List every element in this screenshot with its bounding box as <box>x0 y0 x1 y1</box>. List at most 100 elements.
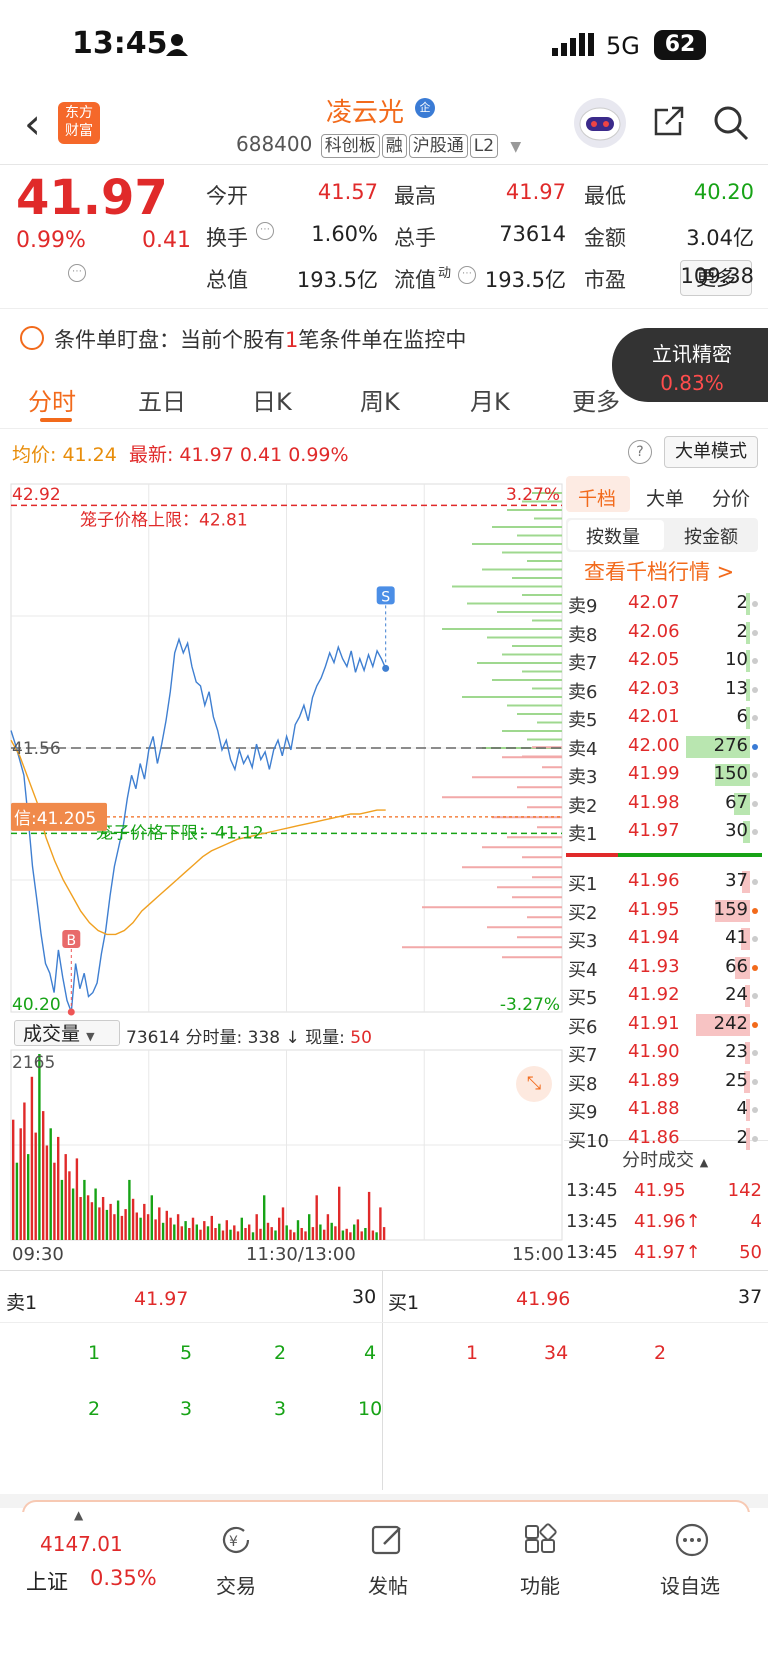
condition-order-notice[interactable]: 条件单盯盘：当前个股有1笔条件单在监控中 <box>54 324 466 354</box>
search-icon[interactable] <box>712 104 750 142</box>
pe-dynamic-label: 动 <box>438 266 452 281</box>
big-order-mode-button[interactable]: 大单模式 <box>664 436 758 468</box>
ask-price: 41.99 <box>628 763 680 784</box>
sell-marker-dot <box>382 664 390 672</box>
volume-indicator-select[interactable]: 成交量 ▼ <box>14 1020 120 1046</box>
quote-value-6: 193.5亿 <box>296 268 378 292</box>
volume-bar <box>169 1217 172 1240</box>
quote-value-8: 109.38 <box>680 264 754 288</box>
volume-bar <box>341 1230 345 1240</box>
seg-by-amount[interactable]: 按金额 <box>684 523 738 549</box>
seg-by-quantity[interactable]: 按数量 <box>586 523 640 549</box>
bid-label-10: 买10 <box>568 1130 609 1152</box>
depth-bar <box>472 543 562 545</box>
ask-label-6: 卖6 <box>568 681 598 703</box>
expand-icon[interactable]: ⤡ <box>516 1066 552 1102</box>
tab-daily-k[interactable]: 日K <box>252 382 292 417</box>
add-watchlist-icon[interactable] <box>674 1522 710 1558</box>
nav-add-watchlist[interactable]: 设自选 <box>660 1570 720 1599</box>
nav-function[interactable]: 功能 <box>520 1570 560 1599</box>
info-icon[interactable]: ⋯ <box>458 266 476 284</box>
signal-icon <box>552 33 594 56</box>
ask-dot <box>752 686 758 693</box>
trade-time: 13:45 <box>566 1180 618 1201</box>
tab-monthly-k[interactable]: 月K <box>470 382 510 417</box>
volume-bar <box>105 1209 109 1240</box>
tab-weekly-k[interactable]: 周K <box>360 382 400 417</box>
volume-bar <box>225 1220 228 1240</box>
ask-price: 41.98 <box>628 791 680 813</box>
depth-bar <box>537 826 562 829</box>
bid-qty: 2 <box>736 1126 748 1148</box>
app-logo: 东方 财富 <box>58 102 100 144</box>
back-icon[interactable]: ‹ <box>24 103 41 145</box>
chevron-down-icon[interactable]: ▼ <box>510 139 521 155</box>
depth-bar <box>462 696 562 698</box>
bid-label-6: 买6 <box>568 1016 598 1038</box>
tab-five-day[interactable]: 五日 <box>138 382 186 417</box>
info-icon[interactable]: ⋯ <box>68 264 86 282</box>
depth-bar <box>502 551 562 554</box>
depth-bar <box>502 653 562 656</box>
stock-code-row[interactable]: 688400 科创板融沪股通 L2 ▼ <box>236 132 521 158</box>
volume-bar <box>165 1210 168 1240</box>
sell-queue-item: 4 <box>364 1342 377 1364</box>
depth-bar <box>482 568 562 571</box>
ask-dot <box>752 629 758 636</box>
volume-bar <box>83 1179 86 1240</box>
volume-bar <box>94 1188 97 1240</box>
quote-value-3: 1.60% <box>311 222 378 246</box>
depth-bar <box>502 756 562 759</box>
divider <box>382 1270 383 1490</box>
view-depth-link[interactable]: 查看千档行情 > <box>584 556 734 586</box>
tab-big-order[interactable]: 大单 <box>646 484 684 511</box>
volume-bar <box>131 1198 135 1240</box>
trades-title[interactable]: 分时成交 ▲ <box>622 1146 708 1172</box>
intraday-chart[interactable]: B S 42.92 40.20 3.27% -3.27% 41.56 笼子价格上限：42.81… <box>0 470 566 1270</box>
volume-bar <box>199 1229 202 1240</box>
nav-trade[interactable]: 交易 <box>216 1570 256 1599</box>
help-icon[interactable]: ? <box>628 440 652 464</box>
order-book-divider <box>566 853 762 857</box>
volume-bar <box>154 1219 157 1240</box>
info-icon[interactable]: ⋯ <box>256 222 274 240</box>
condition-text-end: 笔条件单在监控中 <box>298 328 467 352</box>
lixun-float-card[interactable]: 立讯精密 0.83% <box>612 328 768 402</box>
depth-bar <box>512 645 562 647</box>
divider <box>0 428 768 429</box>
ask-price: 42.00 <box>628 734 680 756</box>
monitor-icon <box>20 326 44 350</box>
chevron-up-icon[interactable]: ▲ <box>74 1508 83 1522</box>
post-icon[interactable] <box>370 1522 406 1558</box>
volume-bar <box>143 1203 146 1240</box>
volume-bar <box>53 1162 56 1240</box>
depth-bar <box>482 846 562 849</box>
time-label-mid: 11:30/13:00 <box>246 1244 356 1265</box>
tab-price-dist[interactable]: 分价 <box>712 484 750 511</box>
volume-selector-label: 成交量 <box>23 1023 81 1045</box>
volume-bar <box>240 1217 243 1240</box>
share-icon[interactable] <box>652 104 686 138</box>
trade-icon[interactable]: ¥ <box>218 1522 254 1558</box>
tab-qiandang[interactable]: 千档 <box>578 484 616 511</box>
volume-bar <box>150 1195 153 1240</box>
volume-bar <box>116 1200 120 1240</box>
ask-dot <box>752 715 758 721</box>
volume-bar <box>300 1228 303 1240</box>
nav-post[interactable]: 发帖 <box>368 1570 408 1599</box>
robot-assistant-icon[interactable] <box>574 98 626 148</box>
buy-queue-item: 1 <box>466 1342 479 1364</box>
function-icon[interactable] <box>522 1522 558 1558</box>
active-tab-indicator <box>40 418 72 422</box>
index-pct[interactable]: 0.35% <box>90 1566 157 1590</box>
volume-bar <box>367 1191 371 1240</box>
bid-dot <box>752 936 758 942</box>
person-icon <box>166 34 188 56</box>
index-value[interactable]: 4147.01 <box>40 1532 123 1556</box>
depth-bar <box>402 946 562 949</box>
tab-intraday[interactable]: 分时 <box>28 382 76 417</box>
index-name[interactable]: 上证 <box>26 1566 68 1596</box>
ask-qty: 30 <box>725 820 748 841</box>
volume-bar <box>139 1217 142 1240</box>
ask-qty: 13 <box>725 677 748 699</box>
